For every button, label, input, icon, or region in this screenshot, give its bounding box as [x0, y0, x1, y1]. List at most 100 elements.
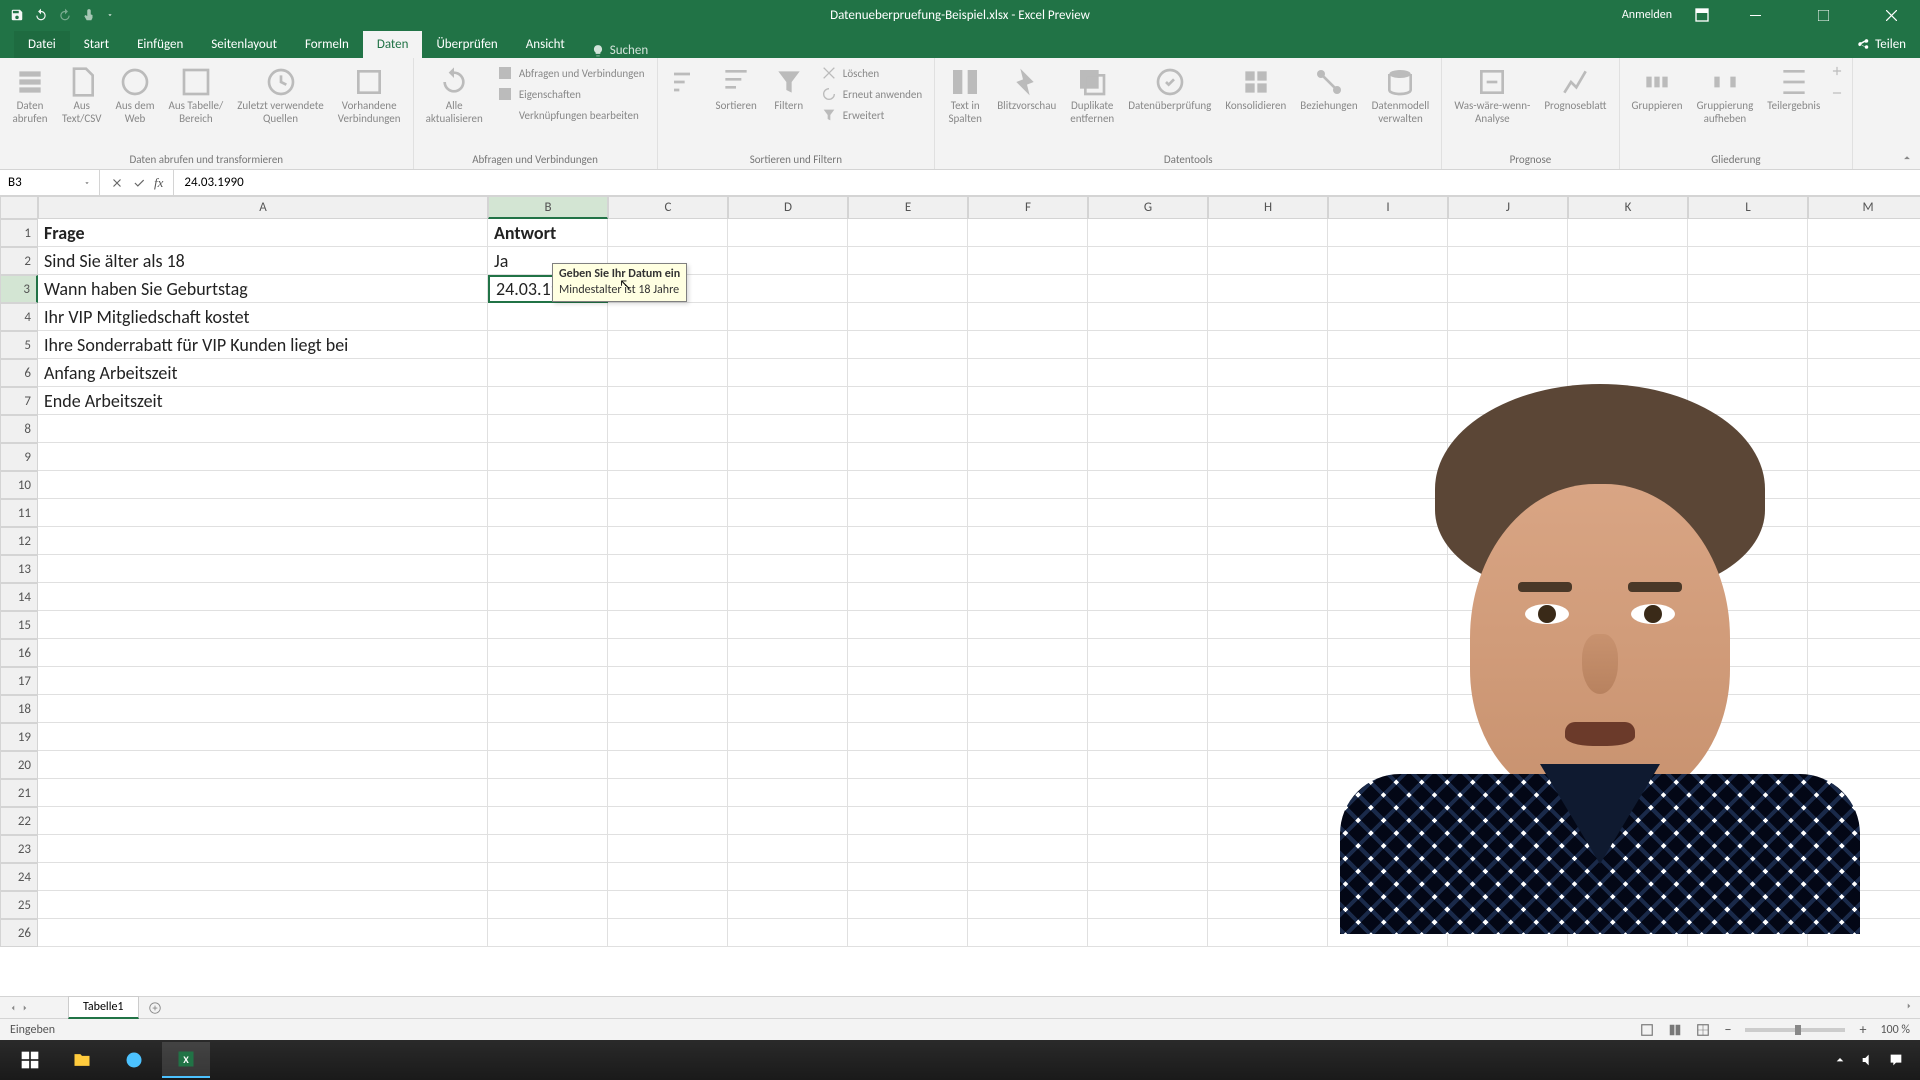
cell-I15[interactable] [1328, 611, 1448, 639]
signin-link[interactable]: Anmelden [1622, 8, 1672, 22]
cell-E11[interactable] [848, 499, 968, 527]
column-header[interactable]: G [1088, 196, 1208, 219]
cell-B24[interactable] [488, 863, 608, 891]
tab-formeln[interactable]: Formeln [291, 31, 363, 58]
cell-C6[interactable] [608, 359, 728, 387]
cell-L18[interactable] [1688, 695, 1808, 723]
cell-H12[interactable] [1208, 527, 1328, 555]
cell-A19[interactable] [38, 723, 488, 751]
forecast-sheet-button[interactable]: Prognoseblatt [1540, 64, 1610, 115]
cell-D17[interactable] [728, 667, 848, 695]
cell-K3[interactable] [1568, 275, 1688, 303]
cell-L7[interactable] [1688, 387, 1808, 415]
cell-E13[interactable] [848, 555, 968, 583]
cell-J19[interactable] [1448, 723, 1568, 751]
cell-J26[interactable] [1448, 919, 1568, 947]
excel-button[interactable]: X [162, 1042, 210, 1078]
cell-G26[interactable] [1088, 919, 1208, 947]
cell-F6[interactable] [968, 359, 1088, 387]
cell-D12[interactable] [728, 527, 848, 555]
cell-B21[interactable] [488, 779, 608, 807]
cell-H1[interactable] [1208, 219, 1328, 247]
cell-G14[interactable] [1088, 583, 1208, 611]
cell-F1[interactable] [968, 219, 1088, 247]
cell-B14[interactable] [488, 583, 608, 611]
cell-F17[interactable] [968, 667, 1088, 695]
cell-C11[interactable] [608, 499, 728, 527]
cell-L24[interactable] [1688, 863, 1808, 891]
flash-fill-button[interactable]: Blitzvorschau [993, 64, 1060, 115]
recent-sources-button[interactable]: Zuletzt verwendete Quellen [233, 64, 328, 127]
existing-connections-button[interactable]: Vorhandene Verbindungen [334, 64, 405, 127]
cell-B7[interactable] [488, 387, 608, 415]
column-header[interactable]: D [728, 196, 848, 219]
cell-J23[interactable] [1448, 835, 1568, 863]
row-header[interactable]: 25 [0, 891, 38, 919]
column-header[interactable]: L [1688, 196, 1808, 219]
cell-E17[interactable] [848, 667, 968, 695]
consolidate-button[interactable]: Konsolidieren [1221, 64, 1290, 115]
cell-L21[interactable] [1688, 779, 1808, 807]
cell-K26[interactable] [1568, 919, 1688, 947]
cell-M13[interactable] [1808, 555, 1920, 583]
cell-L4[interactable] [1688, 303, 1808, 331]
cell-L3[interactable] [1688, 275, 1808, 303]
cell-H14[interactable] [1208, 583, 1328, 611]
cell-M19[interactable] [1808, 723, 1920, 751]
cell-B25[interactable] [488, 891, 608, 919]
row-header[interactable]: 19 [0, 723, 38, 751]
row-header[interactable]: 24 [0, 863, 38, 891]
cell-I4[interactable] [1328, 303, 1448, 331]
cell-B22[interactable] [488, 807, 608, 835]
column-header[interactable]: J [1448, 196, 1568, 219]
zoom-level[interactable]: 100 % [1880, 1023, 1910, 1037]
cell-L16[interactable] [1688, 639, 1808, 667]
cell-E12[interactable] [848, 527, 968, 555]
cell-K21[interactable] [1568, 779, 1688, 807]
cell-M14[interactable] [1808, 583, 1920, 611]
cell-C24[interactable] [608, 863, 728, 891]
cell-B20[interactable] [488, 751, 608, 779]
cell-M24[interactable] [1808, 863, 1920, 891]
cell-I5[interactable] [1328, 331, 1448, 359]
cell-C13[interactable] [608, 555, 728, 583]
cell-G8[interactable] [1088, 415, 1208, 443]
edit-links-button[interactable]: Verknüpfungen bearbeiten [493, 106, 649, 124]
cell-A14[interactable] [38, 583, 488, 611]
cell-J1[interactable] [1448, 219, 1568, 247]
cell-G20[interactable] [1088, 751, 1208, 779]
advanced-filter-button[interactable]: Erweitert [817, 106, 926, 124]
cell-L20[interactable] [1688, 751, 1808, 779]
cell-H8[interactable] [1208, 415, 1328, 443]
cell-M12[interactable] [1808, 527, 1920, 555]
cell-L14[interactable] [1688, 583, 1808, 611]
cell-I23[interactable] [1328, 835, 1448, 863]
cell-D13[interactable] [728, 555, 848, 583]
start-button[interactable] [6, 1042, 54, 1078]
cell-E6[interactable] [848, 359, 968, 387]
select-all-button[interactable] [0, 196, 38, 219]
cell-K9[interactable] [1568, 443, 1688, 471]
cell-M10[interactable] [1808, 471, 1920, 499]
cell-J20[interactable] [1448, 751, 1568, 779]
cell-H24[interactable] [1208, 863, 1328, 891]
volume-icon[interactable] [1860, 1052, 1876, 1068]
cell-K22[interactable] [1568, 807, 1688, 835]
cell-M22[interactable] [1808, 807, 1920, 835]
queries-connections-button[interactable]: Abfragen und Verbindungen [493, 64, 649, 82]
row-header[interactable]: 20 [0, 751, 38, 779]
cell-H11[interactable] [1208, 499, 1328, 527]
cell-H19[interactable] [1208, 723, 1328, 751]
cell-C12[interactable] [608, 527, 728, 555]
file-explorer-button[interactable] [58, 1042, 106, 1078]
cell-A10[interactable] [38, 471, 488, 499]
row-header[interactable]: 15 [0, 611, 38, 639]
close-button[interactable] [1868, 0, 1914, 30]
cell-D15[interactable] [728, 611, 848, 639]
refresh-all-button[interactable]: Alle aktualisieren [422, 64, 487, 127]
cell-G13[interactable] [1088, 555, 1208, 583]
cell-G25[interactable] [1088, 891, 1208, 919]
cell-A24[interactable] [38, 863, 488, 891]
sort-az-button[interactable] [666, 64, 706, 100]
cell-G23[interactable] [1088, 835, 1208, 863]
